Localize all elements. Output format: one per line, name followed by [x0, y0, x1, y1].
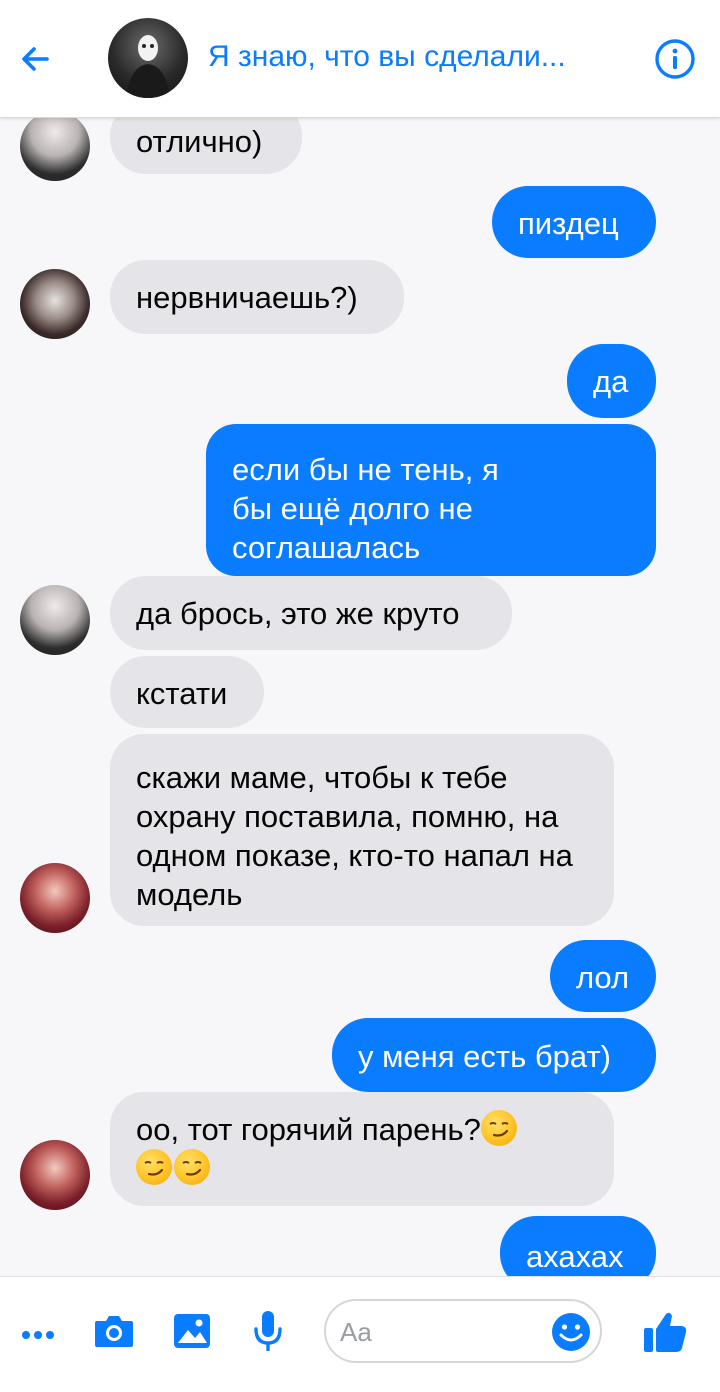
image-icon: [174, 1314, 210, 1348]
camera-button[interactable]: [92, 1309, 136, 1353]
more-button[interactable]: [16, 1313, 60, 1357]
chat-header: Я знаю, что вы сделали...: [0, 0, 720, 118]
arrow-left-icon: [22, 47, 49, 71]
info-button[interactable]: [654, 38, 696, 80]
message-composer[interactable]: [324, 1299, 602, 1363]
message-bubble-incoming[interactable]: нервничаешь?): [110, 260, 404, 334]
sender-avatar[interactable]: [20, 269, 90, 339]
more-icon: [22, 1331, 54, 1339]
message-input[interactable]: [340, 1313, 540, 1351]
message-list[interactable]: отлично) пиздец нервничаешь?) да если бы…: [0, 118, 720, 1276]
sender-avatar[interactable]: [20, 118, 90, 181]
sender-avatar[interactable]: [20, 585, 90, 655]
message-text: пиздец: [518, 206, 619, 241]
message-bubble-outgoing[interactable]: у меня есть брат): [332, 1018, 656, 1092]
smirk-emoji: [174, 1149, 210, 1185]
message-text: кстати: [136, 676, 228, 711]
composer-toolbar: [0, 1276, 720, 1392]
message-text: да брось, это же круто: [136, 596, 460, 631]
info-icon: [655, 39, 695, 79]
gallery-button[interactable]: [170, 1309, 214, 1353]
message-text: если бы не тень, я бы ещё долго не согла…: [232, 452, 499, 565]
smirk-emoji: [480, 1110, 517, 1146]
message-bubble-outgoing[interactable]: если бы не тень, я бы ещё долго не согла…: [206, 424, 656, 576]
camera-icon: [95, 1316, 133, 1347]
message-bubble-incoming[interactable]: отлично): [110, 118, 302, 174]
message-bubble-outgoing[interactable]: лол: [550, 940, 656, 1012]
message-bubble-outgoing[interactable]: ахахах: [500, 1216, 656, 1276]
message-text: оо, тот горячий парень?: [136, 1112, 481, 1147]
microphone-icon: [254, 1311, 282, 1351]
message-text: да: [593, 364, 629, 399]
chat-title[interactable]: Я знаю, что вы сделали...: [208, 40, 628, 74]
group-avatar[interactable]: [108, 18, 188, 98]
voice-button[interactable]: [246, 1307, 290, 1355]
smirk-emoji: [136, 1149, 172, 1185]
masked-figure-image: [126, 35, 170, 98]
emoji-icon: [552, 1313, 590, 1351]
sender-avatar[interactable]: [20, 863, 90, 933]
message-text: нервничаешь?): [136, 280, 358, 315]
message-bubble-incoming[interactable]: оо, тот горячий парень?: [110, 1092, 614, 1206]
message-text: скажи маме, чтобы к тебе охрану поставил…: [136, 760, 573, 912]
message-bubble-incoming[interactable]: скажи маме, чтобы к тебе охрану поставил…: [110, 734, 614, 926]
message-bubble-outgoing[interactable]: да: [567, 344, 656, 418]
like-button[interactable]: [640, 1307, 690, 1357]
back-button[interactable]: [12, 36, 58, 82]
message-text: у меня есть брат): [358, 1039, 611, 1074]
message-text: лол: [576, 960, 630, 995]
message-text: ахахах: [526, 1239, 624, 1274]
thumbs-up-icon: [644, 1312, 687, 1352]
message-bubble-outgoing[interactable]: пиздец: [492, 186, 656, 258]
message-text: отлично): [136, 124, 263, 159]
sender-avatar[interactable]: [20, 1140, 90, 1210]
message-bubble-incoming[interactable]: да брось, это же круто: [110, 576, 512, 650]
message-bubble-incoming[interactable]: кстати: [110, 656, 264, 728]
emoji-button[interactable]: [550, 1311, 592, 1353]
